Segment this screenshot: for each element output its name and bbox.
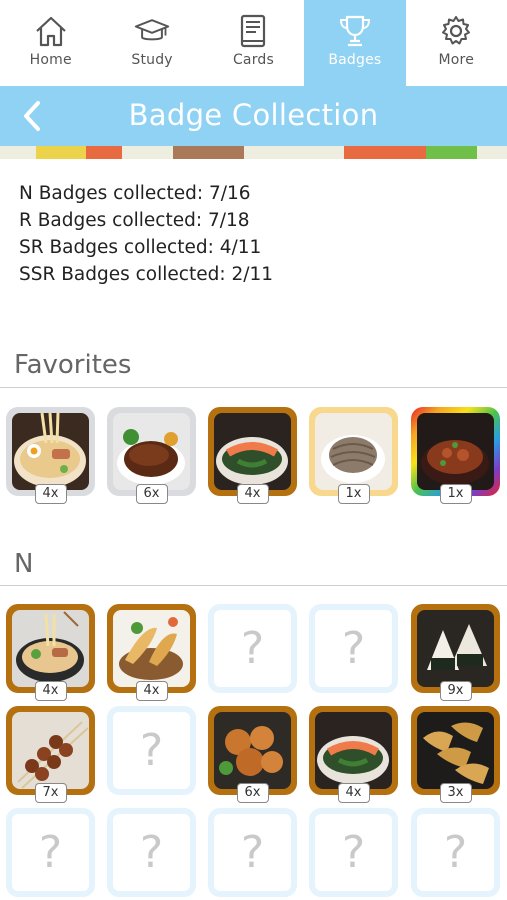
badge-tile[interactable]: 4x bbox=[107, 604, 196, 701]
karaage-image bbox=[214, 712, 291, 789]
salmon-bowl-image bbox=[315, 712, 392, 789]
badge-count: 6x bbox=[135, 484, 168, 504]
section-title-n: N bbox=[14, 549, 34, 579]
locked-badge[interactable]: ? bbox=[309, 808, 398, 897]
locked-badge[interactable]: ? bbox=[208, 808, 297, 897]
locked-symbol: ? bbox=[341, 827, 366, 878]
locked-symbol: ? bbox=[139, 827, 164, 878]
locked-badge[interactable]: ? bbox=[107, 808, 196, 897]
locked-badge[interactable]: ? bbox=[6, 808, 95, 897]
tab-label: More bbox=[438, 52, 475, 68]
badge-count: 3x bbox=[439, 783, 472, 803]
hamburg-steak-image bbox=[113, 413, 190, 490]
locked-badge[interactable]: ? bbox=[309, 604, 398, 693]
badge-count: 4x bbox=[236, 484, 269, 504]
locked-symbol: ? bbox=[38, 827, 63, 878]
book-icon bbox=[241, 14, 266, 48]
badge-count: 1x bbox=[439, 484, 472, 504]
badge-tile[interactable]: 6x bbox=[208, 706, 297, 803]
section-title-favorites: Favorites bbox=[14, 350, 132, 380]
tab-label: Badges bbox=[328, 52, 382, 68]
badge-tile[interactable]: 4x bbox=[309, 706, 398, 803]
badge-tile[interactable]: 1x bbox=[309, 407, 398, 504]
ramen-image bbox=[12, 413, 89, 490]
soba-image bbox=[315, 413, 392, 490]
tab-cards[interactable]: Cards bbox=[203, 0, 304, 86]
badge-count: 4x bbox=[34, 681, 67, 701]
badge-count: 7x bbox=[34, 783, 67, 803]
badge-tile[interactable]: 6x bbox=[107, 407, 196, 504]
badge-count: 4x bbox=[135, 681, 168, 701]
locked-symbol: ? bbox=[139, 725, 164, 776]
badge-tile[interactable]: 7x bbox=[6, 706, 95, 803]
tab-label: Cards bbox=[232, 52, 274, 68]
tab-more[interactable]: More bbox=[406, 0, 507, 86]
tab-badges[interactable]: Badges bbox=[304, 0, 406, 86]
badge-count: 1x bbox=[337, 484, 370, 504]
badge-tile[interactable]: 4x bbox=[6, 604, 95, 701]
gear-icon bbox=[442, 16, 471, 45]
badge-tile[interactable]: 4x bbox=[208, 407, 297, 504]
home-icon bbox=[35, 16, 66, 47]
stat-line-n: N Badges collected: 7/16 bbox=[19, 183, 251, 204]
badge-stats: N Badges collected: 7/16 R Badges collec… bbox=[19, 180, 273, 288]
badge-tile[interactable]: 9x bbox=[411, 604, 500, 701]
badge-tile[interactable]: 3x bbox=[411, 706, 500, 803]
gyoza-image bbox=[417, 712, 494, 789]
ramen-image bbox=[12, 610, 89, 687]
divider bbox=[0, 585, 507, 586]
locked-symbol: ? bbox=[443, 827, 468, 878]
tab-bar: Home Study Cards Badges More bbox=[0, 0, 507, 86]
page-title: Badge Collection bbox=[128, 98, 379, 132]
locked-badge[interactable]: ? bbox=[411, 808, 500, 897]
badge-count: 9x bbox=[439, 681, 472, 701]
locked-symbol: ? bbox=[240, 827, 265, 878]
badge-count: 4x bbox=[337, 783, 370, 803]
tab-label: Home bbox=[29, 52, 72, 68]
divider bbox=[0, 387, 507, 388]
tab-home[interactable]: Home bbox=[0, 0, 101, 86]
locked-symbol: ? bbox=[240, 623, 265, 674]
salmon-bowl-image bbox=[214, 413, 291, 490]
badge-count: 4x bbox=[34, 484, 67, 504]
graduation-cap-icon bbox=[134, 19, 170, 41]
yakitori-image bbox=[12, 712, 89, 789]
trophy-icon bbox=[339, 15, 370, 47]
locked-symbol: ? bbox=[341, 623, 366, 674]
decorative-color-strip bbox=[0, 146, 507, 159]
badge-tile[interactable]: 4x bbox=[6, 407, 95, 504]
badge-count: 6x bbox=[236, 783, 269, 803]
onigiri-image bbox=[417, 610, 494, 687]
page-header: Badge Collection bbox=[0, 86, 507, 146]
beef-bowl-image bbox=[417, 413, 494, 490]
stat-line-sr: SR Badges collected: 4/11 bbox=[19, 237, 262, 258]
stat-line-r: R Badges collected: 7/18 bbox=[19, 210, 250, 231]
locked-badge[interactable]: ? bbox=[208, 604, 297, 693]
stat-line-ssr: SSR Badges collected: 2/11 bbox=[19, 264, 273, 285]
locked-badge[interactable]: ? bbox=[107, 706, 196, 795]
tempura-image bbox=[113, 610, 190, 687]
tab-label: Study bbox=[131, 52, 173, 68]
badge-tile[interactable]: 1x bbox=[411, 407, 500, 504]
tab-study[interactable]: Study bbox=[101, 0, 202, 86]
